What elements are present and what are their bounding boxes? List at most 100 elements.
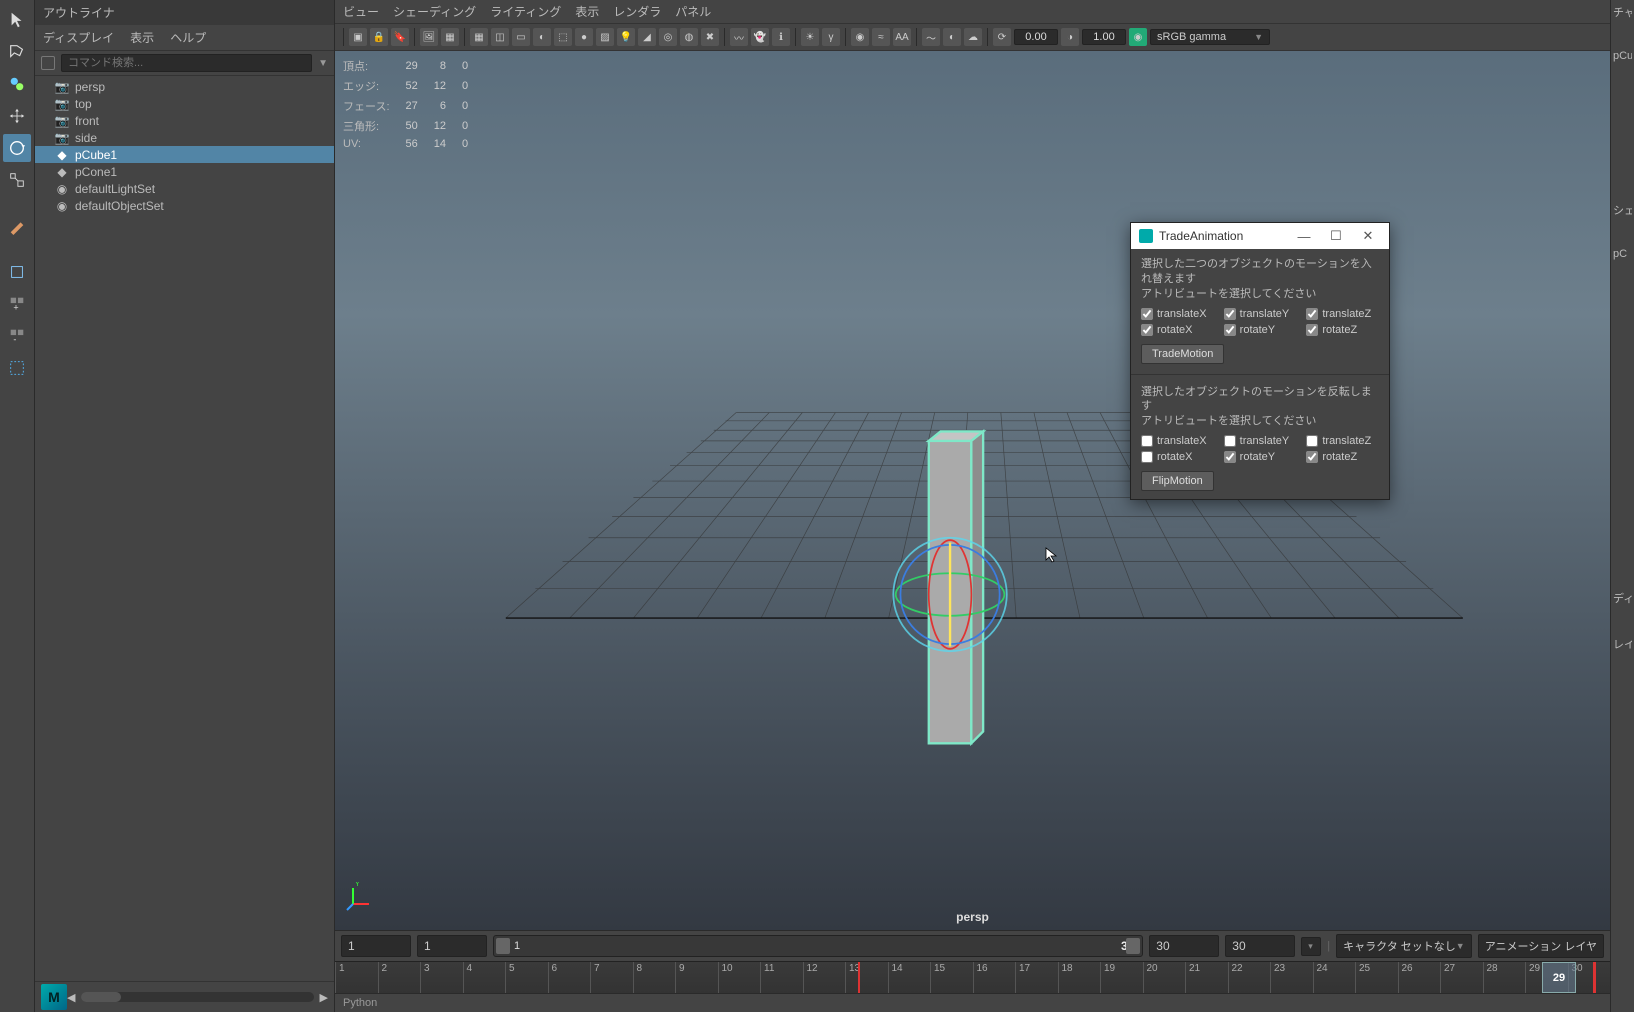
- frame-tick[interactable]: 21: [1185, 962, 1228, 993]
- flip-translatez-checkbox[interactable]: translateZ: [1306, 435, 1379, 447]
- exposure-value-input[interactable]: [1014, 29, 1058, 45]
- command-line[interactable]: Python: [335, 993, 1610, 1012]
- ssao-icon[interactable]: ◐: [943, 28, 961, 46]
- frame-tick[interactable]: 27: [1440, 962, 1483, 993]
- frame-tick[interactable]: 8: [633, 962, 676, 993]
- frame-tick[interactable]: 2: [378, 962, 421, 993]
- textured-icon[interactable]: ▨: [596, 28, 614, 46]
- viewport-menu-renderer[interactable]: レンダラ: [613, 3, 661, 20]
- anti-alias-icon[interactable]: AA: [893, 28, 911, 46]
- snap-toggle-icon[interactable]: [3, 258, 31, 286]
- display-layer-tab[interactable]: ディ: [1613, 590, 1632, 606]
- range-slider-handle-end[interactable]: [1126, 938, 1140, 954]
- frame-tick[interactable]: 28: [1483, 962, 1526, 993]
- outliner-search-caret-icon[interactable]: ▼: [318, 58, 328, 69]
- gate-mask-icon[interactable]: ▭: [512, 28, 530, 46]
- fog-icon[interactable]: ☁: [964, 28, 982, 46]
- flip-translatey-checkbox[interactable]: translateY: [1224, 435, 1297, 447]
- highlight-select-icon[interactable]: [3, 354, 31, 382]
- paint-select-tool-icon[interactable]: [3, 70, 31, 98]
- resolution-gate-icon[interactable]: ◫: [491, 28, 509, 46]
- outliner-item-side[interactable]: 📷side: [35, 129, 334, 146]
- close-button[interactable]: ✕: [1355, 228, 1381, 244]
- gamma-value-input[interactable]: [1082, 29, 1126, 45]
- trade-motion-button[interactable]: TradeMotion: [1141, 344, 1224, 364]
- outliner-item-defaultobjectset[interactable]: ◉defaultObjectSet: [35, 197, 334, 214]
- frame-tick[interactable]: 4: [463, 962, 506, 993]
- frame-tick[interactable]: 20: [1143, 962, 1186, 993]
- channel-box-tab[interactable]: チャ: [1613, 4, 1632, 20]
- frame-tick[interactable]: 12: [803, 962, 846, 993]
- grid-plus-icon[interactable]: +: [3, 290, 31, 318]
- use-lights-icon[interactable]: 💡: [617, 28, 635, 46]
- image-plane-icon[interactable]: 🖼: [420, 28, 438, 46]
- frame-tick[interactable]: 18: [1058, 962, 1101, 993]
- flip-rotatey-checkbox[interactable]: rotateY: [1224, 451, 1297, 463]
- bookmark-icon[interactable]: 🔖: [391, 28, 409, 46]
- xray-icon[interactable]: ◍: [680, 28, 698, 46]
- outliner-menu-display[interactable]: ディスプレイ: [43, 29, 114, 46]
- shaded-icon[interactable]: ●: [575, 28, 593, 46]
- scroll-right-icon[interactable]: ▶: [320, 991, 328, 1004]
- motion-trail-icon[interactable]: 〰: [730, 28, 748, 46]
- frame-tick[interactable]: 19: [1100, 962, 1143, 993]
- frame-tick[interactable]: 15: [930, 962, 973, 993]
- frame-tick[interactable]: 5: [505, 962, 548, 993]
- frame-tick[interactable]: 11: [760, 962, 803, 993]
- outliner-item-pcone1[interactable]: ◆pCone1: [35, 163, 334, 180]
- outliner-item-top[interactable]: 📷top: [35, 95, 334, 112]
- viewport-menu-lighting[interactable]: ライティング: [490, 3, 561, 20]
- maximize-button[interactable]: ☐: [1323, 228, 1349, 244]
- film-gate-icon[interactable]: ▦: [441, 28, 459, 46]
- grid-minus-icon[interactable]: -: [3, 322, 31, 350]
- range-end-input[interactable]: [1225, 935, 1295, 957]
- frame-tick[interactable]: 13: [845, 962, 888, 993]
- anim-layer-select[interactable]: アニメーション レイヤ: [1478, 934, 1604, 958]
- flip-translatex-checkbox[interactable]: translateX: [1141, 435, 1214, 447]
- last-tool-icon[interactable]: [3, 212, 31, 240]
- isolate-icon[interactable]: ◎: [659, 28, 677, 46]
- gamma-reset-icon[interactable]: ◑: [1061, 28, 1079, 46]
- rotate-tool-icon[interactable]: [3, 134, 31, 162]
- play-end-input[interactable]: [1149, 935, 1219, 957]
- viewport-menu-show[interactable]: 表示: [575, 3, 599, 20]
- outliner-search-input[interactable]: [61, 54, 312, 72]
- shadows-icon[interactable]: ◢: [638, 28, 656, 46]
- trade-rotatex-checkbox[interactable]: rotateX: [1141, 324, 1214, 336]
- select-tool-icon[interactable]: [3, 6, 31, 34]
- outliner-menu-help[interactable]: ヘルプ: [170, 29, 206, 46]
- viewport-menu-shading[interactable]: シェーディング: [393, 3, 476, 20]
- search-scope-icon[interactable]: [41, 56, 55, 70]
- outliner-item-front[interactable]: 📷front: [35, 112, 334, 129]
- viewport-menu-panels[interactable]: パネル: [675, 3, 711, 20]
- dialog-titlebar[interactable]: TradeAnimation — ☐ ✕: [1131, 223, 1389, 249]
- colorspace-select[interactable]: sRGB gamma▼: [1150, 29, 1270, 45]
- frame-tick[interactable]: 17: [1015, 962, 1058, 993]
- frame-tick[interactable]: 1: [335, 962, 378, 993]
- play-start-input[interactable]: [417, 935, 487, 957]
- range-slider-track[interactable]: 1 30: [493, 935, 1143, 957]
- gamma-icon[interactable]: γ: [822, 28, 840, 46]
- frame-tick[interactable]: 24: [1313, 962, 1356, 993]
- frame-tick[interactable]: 26: [1398, 962, 1441, 993]
- move-tool-icon[interactable]: [3, 102, 31, 130]
- outliner-item-defaultlightset[interactable]: ◉defaultLightSet: [35, 180, 334, 197]
- flip-rotatex-checkbox[interactable]: rotateX: [1141, 451, 1214, 463]
- frame-ruler[interactable]: 1234567891011121314151617181920212223242…: [335, 961, 1610, 993]
- wireframe-icon[interactable]: ⬚: [554, 28, 572, 46]
- frame-tick[interactable]: 9: [675, 962, 718, 993]
- minimize-button[interactable]: —: [1291, 229, 1317, 244]
- range-slider-handle-start[interactable]: [496, 938, 510, 954]
- frame-tick[interactable]: 25: [1355, 962, 1398, 993]
- character-set-select[interactable]: キャラクタ セットなし▼: [1336, 934, 1472, 958]
- trade-translatey-checkbox[interactable]: translateY: [1224, 308, 1297, 320]
- frame-tick[interactable]: 14: [888, 962, 931, 993]
- outliner-menu-show[interactable]: 表示: [130, 29, 154, 46]
- ghost-icon[interactable]: 👻: [751, 28, 769, 46]
- outliner-scrollbar[interactable]: [81, 992, 313, 1002]
- frame-tick[interactable]: 23: [1270, 962, 1313, 993]
- exposure-icon[interactable]: ☀: [801, 28, 819, 46]
- wireframe-shaded-icon[interactable]: ◐: [533, 28, 551, 46]
- frame-tick[interactable]: 6: [548, 962, 591, 993]
- frame-tick[interactable]: 7: [590, 962, 633, 993]
